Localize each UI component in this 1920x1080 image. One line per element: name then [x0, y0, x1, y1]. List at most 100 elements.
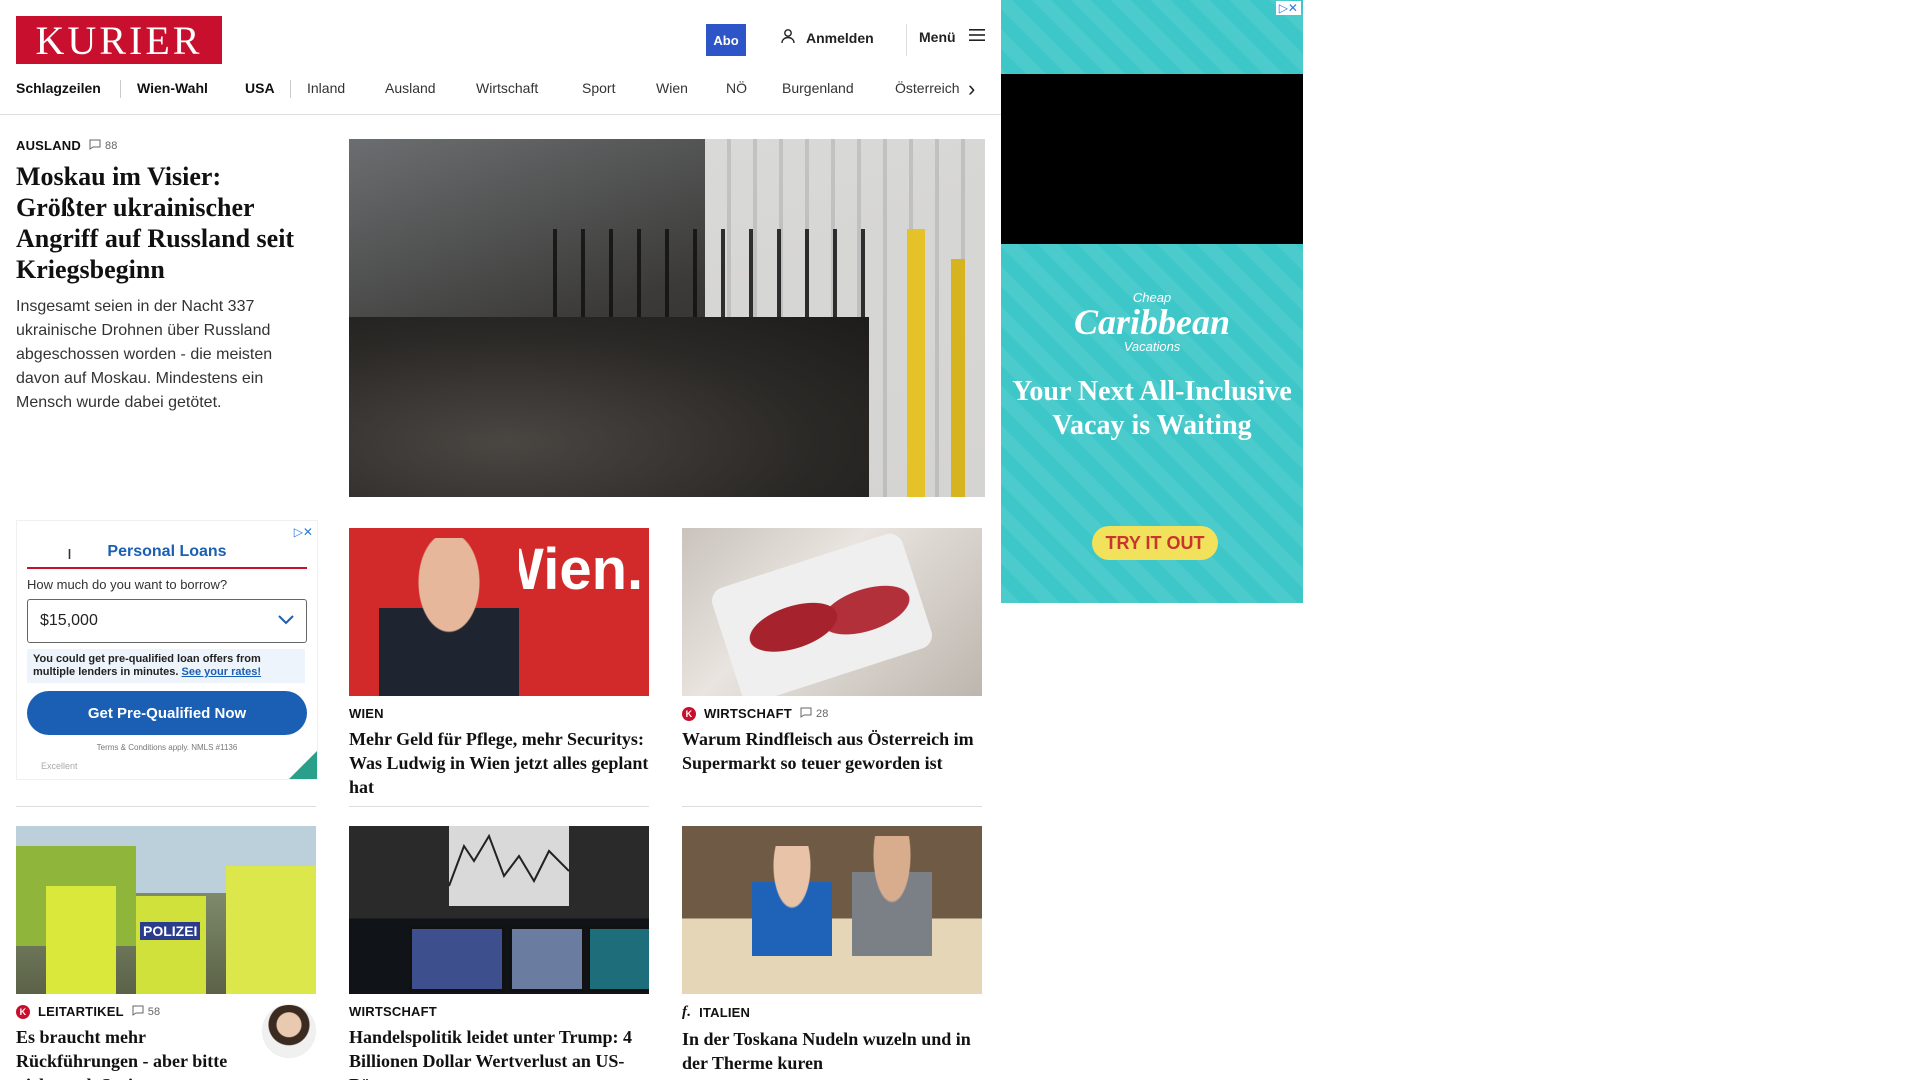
article-kicker-label: ITALIEN: [699, 1005, 751, 1020]
nav-item-wien[interactable]: Wien: [656, 80, 688, 96]
article-kicker-label: WIRTSCHAFT: [349, 1004, 437, 1019]
article-headline[interactable]: Warum Rindfleisch aus Österreich im Supe…: [682, 727, 982, 775]
lead-headline[interactable]: Moskau im Visier: Größter ukrainischer A…: [16, 161, 316, 285]
article-card[interactable]: WIRTSCHAFT Handelspolitik leidet unter T…: [349, 826, 649, 1080]
author-avatar: [262, 1004, 316, 1058]
italic-f-icon: f.: [682, 1004, 692, 1020]
loan-ad-rating: Excellent: [41, 761, 78, 771]
comment-icon: [800, 707, 812, 721]
image-meat-tray: [708, 530, 936, 696]
nav-item-oesterreich[interactable]: Österreich: [895, 80, 960, 96]
article-headline[interactable]: Mehr Geld für Pflege, mehr Securitys: Wa…: [349, 727, 649, 799]
article-image[interactable]: [682, 826, 982, 994]
article-kicker: f. ITALIEN: [682, 1004, 982, 1021]
comment-icon: [89, 139, 101, 153]
get-prequalified-button[interactable]: Get Pre-Qualified Now: [27, 691, 307, 735]
image-stripe: [907, 229, 925, 497]
ad-brand-big: Caribbean: [1073, 302, 1231, 342]
article-image[interactable]: [349, 826, 649, 994]
hamburger-icon: [968, 28, 986, 45]
lead-image[interactable]: [349, 139, 985, 497]
nav-item-burgenland[interactable]: Burgenland: [782, 80, 854, 96]
image-debris: [349, 317, 869, 497]
nav-item-sport[interactable]: Sport: [582, 80, 615, 96]
article-image[interactable]: POLIZEI: [16, 826, 316, 994]
header-divider: [906, 24, 907, 56]
adchoices-icon[interactable]: ▷✕: [294, 525, 313, 539]
loan-ad-header: ı Personal Loans: [27, 543, 307, 569]
article-kicker: K WIRTSCHAFT 28: [682, 706, 982, 721]
article-card[interactable]: K WIRTSCHAFT 28 Warum Rindfleisch aus Ös…: [682, 528, 982, 807]
nav-item-inland[interactable]: Inland: [307, 80, 345, 96]
site-header: KURIER Abo Anmelden Menü: [0, 0, 1003, 80]
abo-button[interactable]: Abo: [706, 24, 746, 56]
image-speaker: [379, 538, 519, 696]
lead-comments-value: 88: [104, 139, 118, 152]
nav-item-ausland[interactable]: Ausland: [385, 80, 436, 96]
loan-ad-note: You could get pre-qualified loan offers …: [27, 649, 305, 683]
login-label: Anmelden: [806, 29, 874, 46]
ad-video-area[interactable]: [1001, 74, 1303, 244]
article-image[interactable]: Wien.: [349, 528, 649, 696]
section-nav: Schlagzeilen Wien-Wahl USA Inland Auslan…: [0, 74, 1003, 115]
article-card[interactable]: POLIZEI K LEITARTIKEL 58 Es braucht mehr…: [16, 826, 316, 1080]
ad-brand: Cheap Caribbean Vacations: [1001, 290, 1303, 354]
image-monitor: [587, 926, 649, 992]
lead-article[interactable]: AUSLAND 88 Moskau im Visier: Größter ukr…: [16, 138, 316, 415]
chevron-right-icon[interactable]: ›: [968, 76, 975, 102]
nav-item-wien-wahl[interactable]: Wien-Wahl: [137, 80, 208, 96]
kurier-plus-icon: K: [682, 706, 696, 721]
image-officer: [136, 896, 206, 994]
image-officer: [226, 866, 316, 994]
article-kicker: WIEN: [349, 706, 649, 721]
ad-brand-sub: Vacations: [1123, 339, 1181, 354]
article-comment-count: 58: [132, 1005, 161, 1019]
loan-amount-value: $15,000: [40, 612, 98, 629]
article-kicker-label: LEITARTIKEL: [38, 1004, 124, 1019]
image-person: [752, 846, 832, 956]
loan-ad[interactable]: ▷✕ ı Personal Loans How much do you want…: [16, 520, 318, 780]
loan-ad-terms: Terms & Conditions apply. NMLS #1136: [96, 743, 238, 752]
login-button[interactable]: Anmelden: [780, 28, 874, 47]
nav-item-usa[interactable]: USA: [245, 80, 275, 96]
nav-item-schlagzeilen[interactable]: Schlagzeilen: [16, 80, 101, 96]
article-headline[interactable]: Handelspolitik leidet unter Trump: 4 Bil…: [349, 1025, 649, 1080]
see-rates-link[interactable]: See your rates!: [182, 666, 261, 678]
ad-tagline: Your Next All-Inclusive Vacay is Waiting: [1012, 376, 1292, 441]
article-card[interactable]: Wien. WIEN Mehr Geld für Pflege, mehr Se…: [349, 528, 649, 807]
image-stripe: [951, 259, 965, 497]
lead-kicker-label: AUSLAND: [16, 138, 81, 153]
menu-button[interactable]: Menü: [919, 28, 986, 45]
caribbean-ad[interactable]: ▷✕ Cheap Caribbean Vacations Your Next A…: [1001, 0, 1303, 603]
article-comments-value: 28: [815, 707, 829, 720]
comment-icon: [132, 1005, 144, 1019]
card-divider: [349, 806, 649, 807]
nav-separator: [290, 80, 291, 98]
article-comment-count: 28: [800, 707, 829, 721]
image-monitor: [409, 926, 505, 992]
image-banner-text: POLIZEI: [140, 922, 201, 940]
ad-corner-decoration: [289, 751, 317, 779]
try-it-out-button[interactable]: TRY IT OUT: [1092, 526, 1218, 560]
article-headline[interactable]: In der Toskana Nudeln wuzeln und in der …: [682, 1027, 982, 1075]
loan-amount-select[interactable]: $15,000: [27, 599, 307, 643]
lead-teaser: Insgesamt seien in der Nacht 337 ukraini…: [16, 298, 273, 411]
ad-divider: [16, 806, 316, 807]
lead-comment-count: 88: [89, 139, 118, 153]
nav-separator: [120, 80, 121, 98]
article-kicker-label: WIEN: [349, 706, 384, 721]
loan-ad-question: How much do you want to borrow?: [27, 577, 228, 592]
article-image[interactable]: [682, 528, 982, 696]
chevron-down-icon: [278, 612, 294, 630]
nav-item-noe[interactable]: NÖ: [726, 80, 747, 96]
kurier-logo[interactable]: KURIER: [16, 16, 222, 64]
article-card[interactable]: f. ITALIEN In der Toskana Nudeln wuzeln …: [682, 826, 982, 1075]
nav-item-wirtschaft[interactable]: Wirtschaft: [476, 80, 538, 96]
adchoices-icon[interactable]: ▷✕: [1275, 1, 1301, 15]
image-monitor: [509, 926, 585, 992]
article-headline[interactable]: Es braucht mehr Rückführungen - aber bit…: [16, 1025, 256, 1080]
lead-kicker: AUSLAND 88: [16, 138, 316, 153]
article-kicker-label: WIRTSCHAFT: [704, 706, 792, 721]
article-comments-value: 58: [147, 1005, 161, 1018]
image-chart-line: [449, 833, 569, 887]
